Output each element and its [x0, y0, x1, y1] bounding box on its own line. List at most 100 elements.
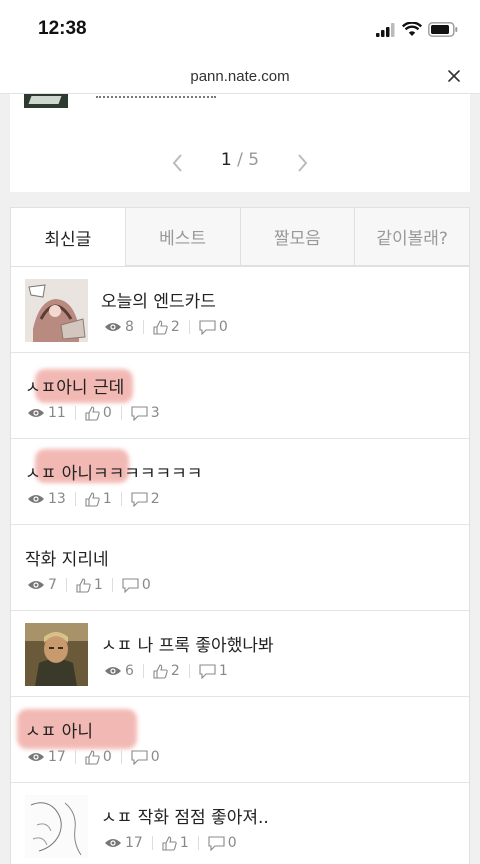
post-title[interactable]: ㅅㅍ 아니ㅋㅋㅋㅋㅋㅋㅋ: [25, 459, 202, 484]
thumbs-up-icon: [85, 405, 100, 421]
views-stat: 13: [27, 491, 66, 507]
likes-count: 1: [102, 491, 112, 507]
chevron-left-icon[interactable]: [168, 152, 188, 174]
post-stats: 8 2 0: [104, 319, 228, 335]
url-text[interactable]: pann.nate.com: [0, 68, 480, 85]
pager-current: 1: [220, 150, 232, 170]
divider: [142, 664, 144, 678]
comments-count: 0: [218, 319, 228, 335]
comment-icon: [131, 749, 148, 765]
likes-count: 0: [102, 405, 112, 421]
likes-stat: 1: [76, 577, 103, 593]
eye-icon: [28, 753, 44, 761]
post-title[interactable]: 작화 지리네: [25, 545, 109, 570]
comments-stat: 3: [131, 405, 160, 421]
views-count: 7: [48, 577, 57, 593]
status-time: 12:38: [38, 18, 87, 39]
likes-stat: 1: [85, 491, 112, 507]
featured-thumbnail[interactable]: [24, 94, 68, 108]
views-stat: 7: [27, 577, 57, 593]
post-stats: 6 2 1: [104, 663, 228, 679]
pager: 1 / 5: [10, 150, 470, 176]
divider: [120, 406, 122, 420]
divider: [111, 578, 113, 592]
tab-latest[interactable]: 최신글: [11, 208, 125, 266]
post-thumbnail[interactable]: [25, 279, 88, 342]
eye-icon: [28, 581, 44, 589]
thumbs-up-icon: [76, 577, 91, 593]
views-count: 13: [48, 491, 66, 507]
views-count: 8: [125, 319, 134, 335]
pager-total: 5: [248, 150, 260, 170]
post-title[interactable]: ㅅㅍ아니 근데: [25, 373, 124, 398]
divider: [197, 836, 199, 850]
likes-stat: 2: [153, 663, 180, 679]
comments-count: 1: [218, 663, 228, 679]
list-item[interactable]: 작화 지리네 7 1 0: [11, 525, 469, 611]
comments-count: 2: [150, 491, 160, 507]
divider: [74, 492, 76, 506]
thumbs-up-icon: [162, 835, 177, 851]
post-stats: 13 1 2: [27, 491, 160, 507]
chevron-right-icon[interactable]: [292, 152, 312, 174]
post-thumbnail[interactable]: [25, 795, 88, 858]
views-count: 11: [48, 405, 66, 421]
close-icon[interactable]: [444, 66, 464, 86]
divider: [188, 320, 190, 334]
list-item[interactable]: ㅅㅍ 나 프록 좋아했나봐 6 2 1: [11, 611, 469, 697]
likes-count: 2: [170, 663, 180, 679]
likes-stat: 2: [153, 319, 180, 335]
eye-icon: [105, 667, 121, 675]
list-item[interactable]: ㅅㅍ아니 근데 11 0 3: [11, 353, 469, 439]
comments-stat: 0: [131, 749, 160, 765]
views-count: 17: [125, 835, 143, 851]
pager-separator: /: [237, 150, 243, 170]
tab-best[interactable]: 베스트: [124, 208, 240, 266]
likes-stat: 1: [162, 835, 189, 851]
post-title[interactable]: ㅅㅍ 아니: [25, 717, 93, 742]
thumbs-up-icon: [153, 663, 168, 679]
divider: [74, 406, 76, 420]
post-title[interactable]: 오늘의 엔드카드: [101, 287, 216, 312]
list-item[interactable]: ㅅㅍ 아니 17 0 0: [11, 697, 469, 783]
comment-icon: [199, 663, 216, 679]
comments-stat: 0: [208, 835, 237, 851]
likes-count: 0: [102, 749, 112, 765]
divider: [120, 492, 122, 506]
likes-count: 1: [93, 577, 103, 593]
post-title[interactable]: ㅅㅍ 나 프록 좋아했나봐: [101, 631, 274, 656]
divider: [142, 320, 144, 334]
battery-icon: [428, 22, 458, 37]
list-item[interactable]: ㅅㅍ 작화 점점 좋아져.. 17 1 0: [11, 783, 469, 864]
list-item[interactable]: 오늘의 엔드카드 8 2 0: [11, 267, 469, 353]
list-item[interactable]: ㅅㅍ 아니ㅋㅋㅋㅋㅋㅋㅋ 13 1 2: [11, 439, 469, 525]
post-stats: 17 1 0: [104, 835, 237, 851]
comments-stat: 2: [131, 491, 160, 507]
post-stats: 7 1 0: [27, 577, 151, 593]
comment-icon: [131, 405, 148, 421]
browser-url-bar[interactable]: pann.nate.com: [0, 60, 480, 94]
comment-icon: [131, 491, 148, 507]
post-stats: 11 0 3: [27, 405, 160, 421]
comments-count: 3: [150, 405, 160, 421]
tab-gallery[interactable]: 짤모음: [239, 208, 355, 266]
divider: [74, 750, 76, 764]
comments-stat: 1: [199, 663, 228, 679]
divider: [120, 750, 122, 764]
post-thumbnail[interactable]: [25, 623, 88, 686]
post-title[interactable]: ㅅㅍ 작화 점점 좋아져..: [101, 803, 269, 828]
comments-count: 0: [141, 577, 151, 593]
thumbs-up-icon: [85, 749, 100, 765]
comment-icon: [199, 319, 216, 335]
views-stat: 6: [104, 663, 134, 679]
views-count: 6: [125, 663, 134, 679]
likes-stat: 0: [85, 405, 112, 421]
views-stat: 11: [27, 405, 66, 421]
post-stats: 17 0 0: [27, 749, 160, 765]
thumbs-up-icon: [153, 319, 168, 335]
board-tabs: 최신글 베스트 짤모음 같이볼래?: [10, 207, 470, 267]
tab-watch-together[interactable]: 같이볼래?: [354, 208, 469, 266]
featured-caption-cutoff: [96, 88, 216, 98]
likes-stat: 0: [85, 749, 112, 765]
eye-icon: [28, 409, 44, 417]
